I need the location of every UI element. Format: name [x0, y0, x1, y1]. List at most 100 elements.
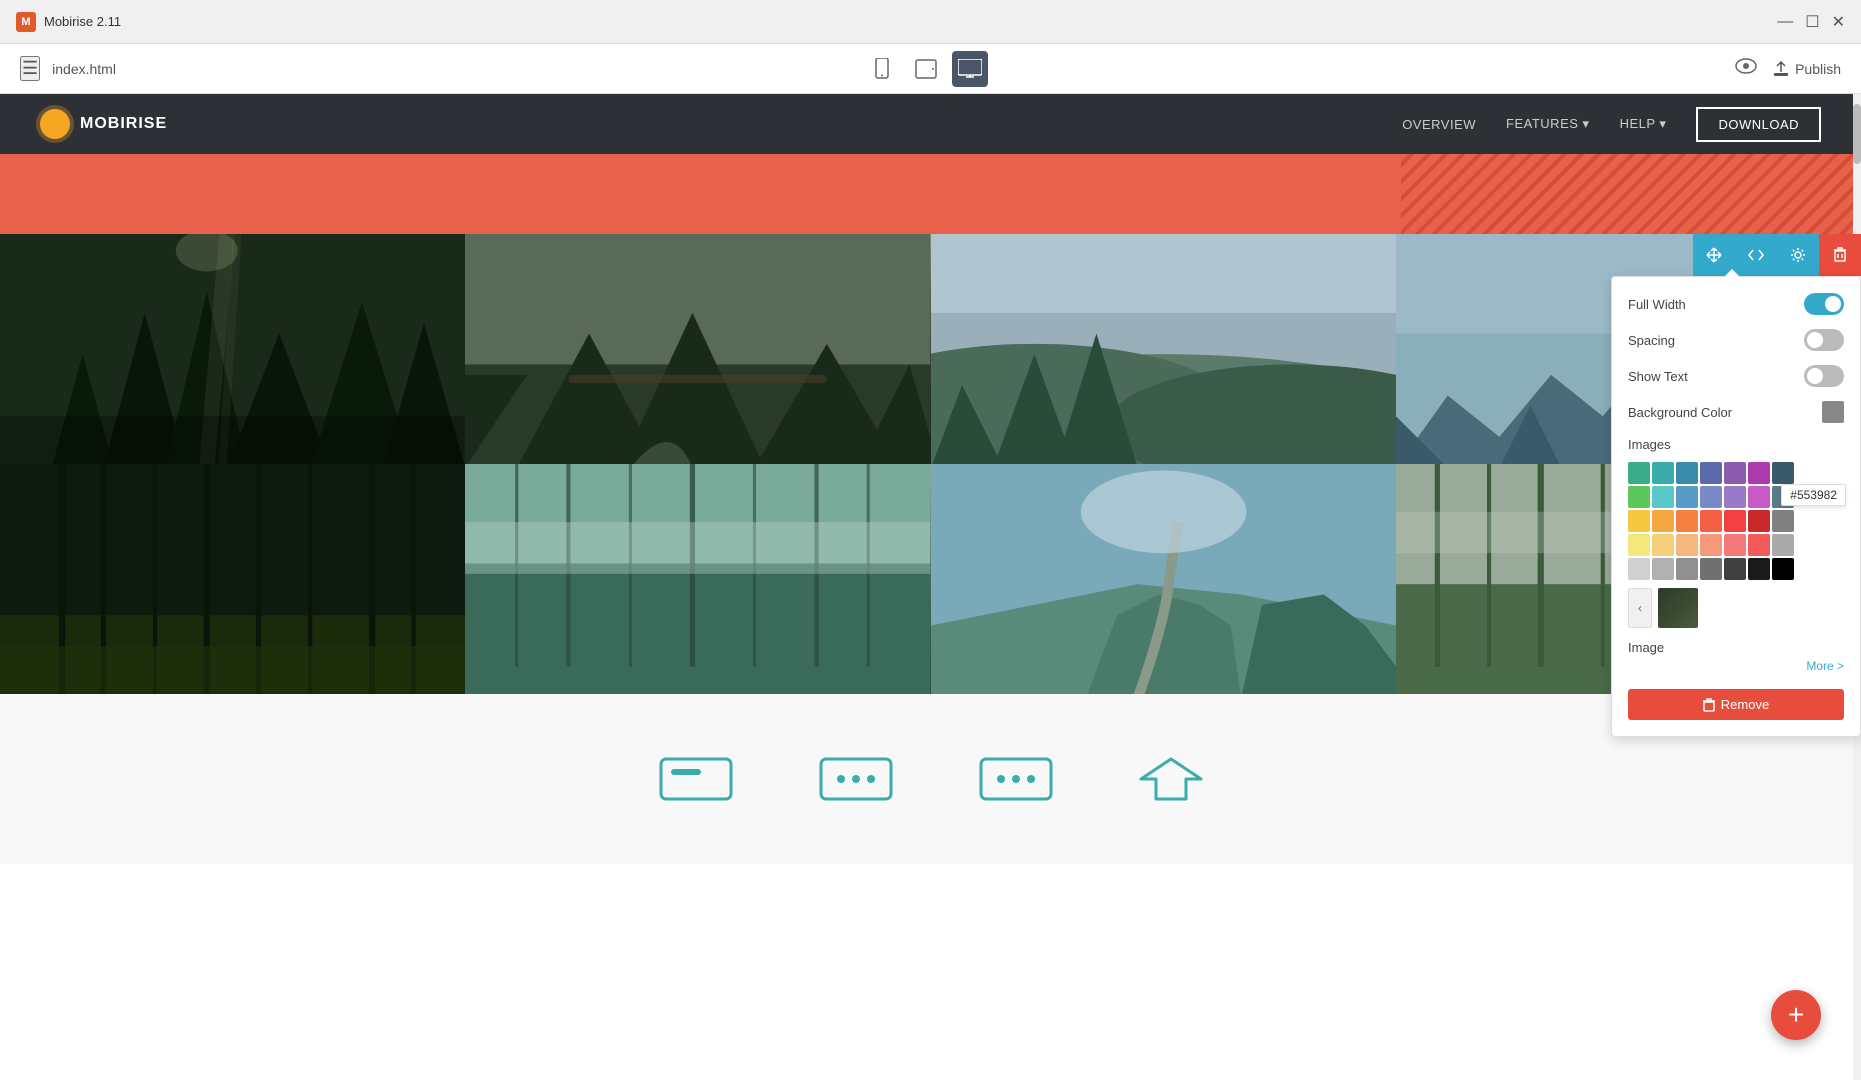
remove-label: Remove	[1721, 697, 1769, 712]
color-swatch-2[interactable]	[1652, 462, 1674, 484]
scrollbar-thumb[interactable]	[1853, 104, 1861, 164]
bg-color-row: Background Color	[1628, 401, 1844, 423]
color-swatch-23[interactable]	[1652, 534, 1674, 556]
window-controls: — ☐ ✕	[1777, 12, 1845, 32]
close-button[interactable]: ✕	[1832, 12, 1845, 32]
color-swatch-11[interactable]	[1700, 486, 1722, 508]
forest-image-2	[465, 234, 930, 464]
device-switcher	[864, 51, 988, 87]
remove-button[interactable]: Remove	[1628, 689, 1844, 720]
hamburger-menu[interactable]: ☰	[20, 56, 40, 81]
color-swatch-33[interactable]	[1724, 558, 1746, 580]
desktop-icon	[958, 59, 982, 79]
show-text-label: Show Text	[1628, 369, 1688, 384]
color-swatch-34[interactable]	[1748, 558, 1770, 580]
menubar: ☰ index.html	[0, 44, 1861, 94]
color-swatch-16[interactable]	[1652, 510, 1674, 532]
panel-arrow	[1724, 269, 1740, 277]
color-swatch-17[interactable]	[1676, 510, 1698, 532]
color-swatch-35[interactable]	[1772, 558, 1794, 580]
desktop-view-button[interactable]	[952, 51, 988, 87]
images-row: ‹	[1628, 588, 1844, 628]
color-swatch-24[interactable]	[1676, 534, 1698, 556]
color-swatch-5[interactable]	[1724, 462, 1746, 484]
color-swatch-12[interactable]	[1724, 486, 1746, 508]
color-swatch-18[interactable]	[1700, 510, 1722, 532]
nav-links: OVERVIEW FEATURES ▾ HELP ▾ DOWNLOAD	[1402, 107, 1821, 142]
nav-overview[interactable]: OVERVIEW	[1402, 117, 1476, 132]
nav-help[interactable]: HELP ▾	[1620, 116, 1667, 132]
tablet-icon	[915, 58, 937, 80]
image-thumbnail[interactable]	[1658, 588, 1698, 628]
tablet-view-button[interactable]	[908, 51, 944, 87]
add-section-fab[interactable]: +	[1771, 990, 1821, 1040]
bg-color-swatch[interactable]	[1822, 401, 1844, 423]
color-swatch-6[interactable]	[1748, 462, 1770, 484]
color-swatch-8[interactable]	[1628, 486, 1650, 508]
section-settings-button[interactable]	[1777, 234, 1819, 276]
minimize-button[interactable]: —	[1777, 12, 1793, 32]
menubar-left: ☰ index.html	[20, 56, 116, 81]
brand-name: MOBIRISE	[80, 115, 167, 133]
forest-image-5	[0, 464, 465, 694]
spacing-toggle[interactable]	[1804, 329, 1844, 351]
brand-sun-icon	[40, 109, 70, 139]
color-swatch-9[interactable]	[1652, 486, 1674, 508]
gallery-cell-1	[0, 234, 465, 464]
color-swatch-10[interactable]	[1676, 486, 1698, 508]
icon-item-3	[976, 754, 1056, 804]
color-swatch-1[interactable]	[1628, 462, 1650, 484]
nav-features[interactable]: FEATURES ▾	[1506, 116, 1590, 132]
logo-text: M	[21, 16, 30, 28]
trash-icon	[1833, 247, 1847, 263]
hero-section	[0, 154, 1861, 234]
brand: MOBIRISE	[40, 109, 167, 139]
color-swatch-15[interactable]	[1628, 510, 1650, 532]
delete-section-button[interactable]	[1819, 234, 1861, 276]
show-text-row: Show Text	[1628, 365, 1844, 387]
site-navbar: MOBIRISE OVERVIEW FEATURES ▾ HELP ▾ DOWN…	[0, 94, 1861, 154]
gallery-cell-7	[931, 464, 1396, 694]
publish-button[interactable]: Publish	[1773, 61, 1841, 77]
filename-label: index.html	[52, 61, 116, 77]
color-swatch-32[interactable]	[1700, 558, 1722, 580]
color-swatch-3[interactable]	[1676, 462, 1698, 484]
image-prev-button[interactable]: ‹	[1628, 588, 1652, 628]
color-swatch-29[interactable]	[1628, 558, 1650, 580]
hero-diagonal-pattern	[1401, 154, 1861, 234]
forest-image-6	[465, 464, 930, 694]
more-link[interactable]: More >	[1628, 659, 1844, 673]
full-width-toggle[interactable]	[1804, 293, 1844, 315]
gallery-cell-3	[931, 234, 1396, 464]
color-swatch-21[interactable]	[1772, 510, 1794, 532]
mobile-view-button[interactable]	[864, 51, 900, 87]
color-swatch-25[interactable]	[1700, 534, 1722, 556]
color-swatch-27[interactable]	[1748, 534, 1770, 556]
download-button[interactable]: DOWNLOAD	[1696, 107, 1821, 142]
color-swatch-22[interactable]	[1628, 534, 1650, 556]
feature-icon-3	[976, 754, 1056, 804]
gallery-cell-5	[0, 464, 465, 694]
forest-image-3	[931, 234, 1396, 464]
app-title: Mobirise 2.11	[44, 14, 121, 29]
app-logo: M	[16, 12, 36, 32]
show-text-toggle[interactable]	[1804, 365, 1844, 387]
color-swatch-7[interactable]	[1772, 462, 1794, 484]
preview-button[interactable]	[1735, 57, 1757, 80]
feature-icon-2	[816, 754, 896, 804]
upload-icon	[1773, 61, 1789, 77]
color-swatch-28[interactable]	[1772, 534, 1794, 556]
color-swatch-20[interactable]	[1748, 510, 1770, 532]
icon-item-2	[816, 754, 896, 804]
color-swatch-30[interactable]	[1652, 558, 1674, 580]
maximize-button[interactable]: ☐	[1805, 12, 1819, 32]
toggle-thumb-show-text	[1807, 368, 1823, 384]
edit-code-button[interactable]	[1735, 234, 1777, 276]
color-swatch-19[interactable]	[1724, 510, 1746, 532]
color-swatch-13[interactable]	[1748, 486, 1770, 508]
color-swatch-26[interactable]	[1724, 534, 1746, 556]
color-swatch-4[interactable]	[1700, 462, 1722, 484]
titlebar-left: M Mobirise 2.11	[16, 12, 121, 32]
toggle-thumb-spacing	[1807, 332, 1823, 348]
color-swatch-31[interactable]	[1676, 558, 1698, 580]
